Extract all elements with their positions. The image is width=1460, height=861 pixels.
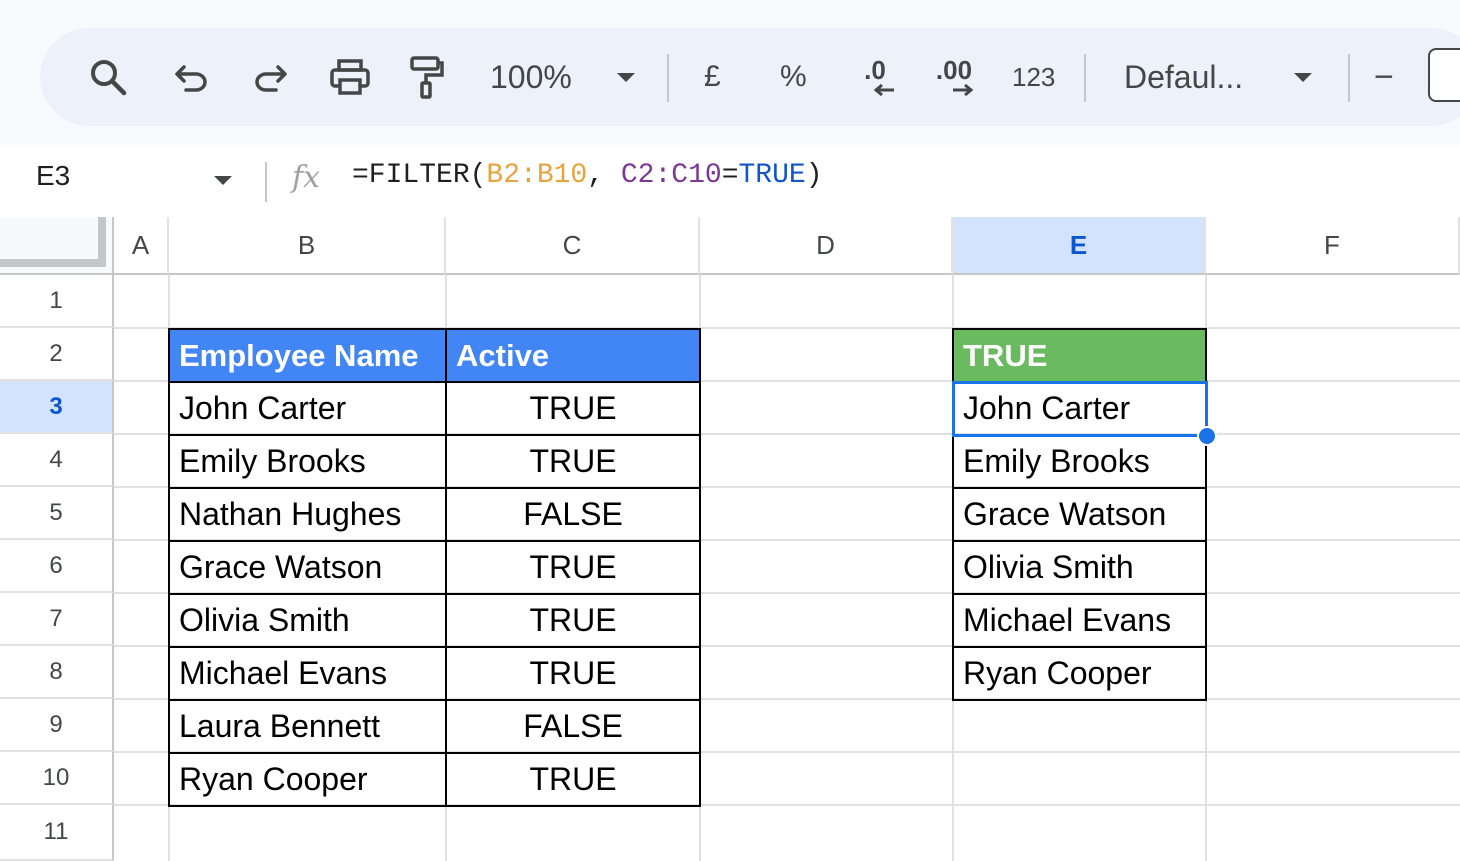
formula-text: ) [805,160,823,191]
table-cell-active[interactable]: TRUE [445,381,701,436]
row-header-10[interactable]: 10 [0,752,114,805]
table-cell-name[interactable]: Grace Watson [168,540,447,595]
row-header-8[interactable]: 8 [0,646,114,699]
column-header-b[interactable]: B [169,217,446,275]
table-cell-name[interactable]: Olivia Smith [168,593,447,648]
font-size-decrease-button[interactable]: − [1374,52,1394,102]
number-format-button[interactable]: 123 [1012,52,1055,102]
toolbar-divider [1084,54,1086,102]
table-cell-active[interactable]: TRUE [445,593,701,648]
row-header-3[interactable]: 3 [0,381,114,434]
currency-button[interactable]: £ [704,52,721,102]
row-header-1[interactable]: 1 [0,275,114,328]
undo-icon[interactable] [170,52,214,102]
zoom-chevron-down-icon[interactable] [614,52,638,102]
font-family-select[interactable]: Defaul... [1124,52,1243,102]
paint-format-icon[interactable] [404,52,448,102]
table-cell-name[interactable]: Laura Bennett [168,699,447,754]
font-size-input[interactable] [1428,48,1460,102]
row-header-7[interactable]: 7 [0,593,114,646]
row-header-2[interactable]: 2 [0,328,114,381]
formula-text: , [587,160,621,191]
decrease-decimal-label: .0 [864,55,886,85]
row-header-6[interactable]: 6 [0,540,114,593]
table-header-active[interactable]: Active [445,328,701,383]
zoom-value[interactable]: 100% [490,52,572,102]
table-header-employee-name[interactable]: Employee Name [168,328,447,383]
formula-text: =FILTER( [352,160,487,191]
table-cell-active[interactable]: TRUE [445,434,701,489]
result-cell[interactable]: John Carter [952,381,1207,436]
result-cell[interactable]: Grace Watson [952,487,1207,542]
toolbar-divider [1348,54,1350,102]
percent-button[interactable]: % [780,52,807,102]
name-box-chevron-down-icon[interactable] [214,176,232,185]
table-cell-name[interactable]: Michael Evans [168,646,447,701]
table-cell-active[interactable]: TRUE [445,752,701,807]
formula-text: = [721,160,739,191]
row-header-11[interactable]: 11 [0,805,114,861]
table-cell-name[interactable]: Nathan Hughes [168,487,447,542]
font-chevron-down-icon[interactable] [1291,52,1315,102]
column-header-f[interactable]: F [1206,217,1460,275]
table-cell-active[interactable]: FALSE [445,487,701,542]
redo-icon[interactable] [248,52,292,102]
formula-boolean: TRUE [738,160,806,191]
table-cell-active[interactable]: FALSE [445,699,701,754]
row-header-9[interactable]: 9 [0,699,114,752]
result-cell[interactable]: Emily Brooks [952,434,1207,489]
column-header-e[interactable]: E [953,217,1206,275]
formula-ref-range: C2:C10 [620,160,722,191]
table-cell-name[interactable]: Emily Brooks [168,434,447,489]
formula-input[interactable]: =FILTER(B2:B10, C2:C10=TRUE) [352,160,823,191]
fx-icon: fx [292,160,321,195]
decrease-decimal-button[interactable]: .0 [850,52,900,102]
column-header-a[interactable]: A [114,217,169,275]
result-header[interactable]: TRUE [952,328,1207,383]
name-box[interactable]: E3 [36,160,70,192]
formula-ref-range: B2:B10 [486,160,588,191]
increase-decimal-label: .00 [935,55,973,85]
search-icon[interactable] [84,52,132,102]
table-cell-active[interactable]: TRUE [445,646,701,701]
increase-decimal-button[interactable]: .00 [928,52,980,102]
arrow-left-icon [873,83,894,97]
table-cell-name[interactable]: Ryan Cooper [168,752,447,807]
column-header-d[interactable]: D [700,217,953,275]
print-icon[interactable] [326,52,374,102]
fill-handle[interactable] [1197,426,1217,446]
arrow-right-icon [953,83,974,97]
result-cell[interactable]: Michael Evans [952,593,1207,648]
toolbar-divider [667,54,669,102]
select-all-corner[interactable] [0,217,114,275]
formula-bar-divider [265,162,267,202]
result-cell[interactable]: Ryan Cooper [952,646,1207,701]
result-cell[interactable]: Olivia Smith [952,540,1207,595]
row-header-4[interactable]: 4 [0,434,114,487]
row-header-5[interactable]: 5 [0,487,114,540]
table-cell-active[interactable]: TRUE [445,540,701,595]
column-header-c[interactable]: C [446,217,700,275]
table-cell-name[interactable]: John Carter [168,381,447,436]
